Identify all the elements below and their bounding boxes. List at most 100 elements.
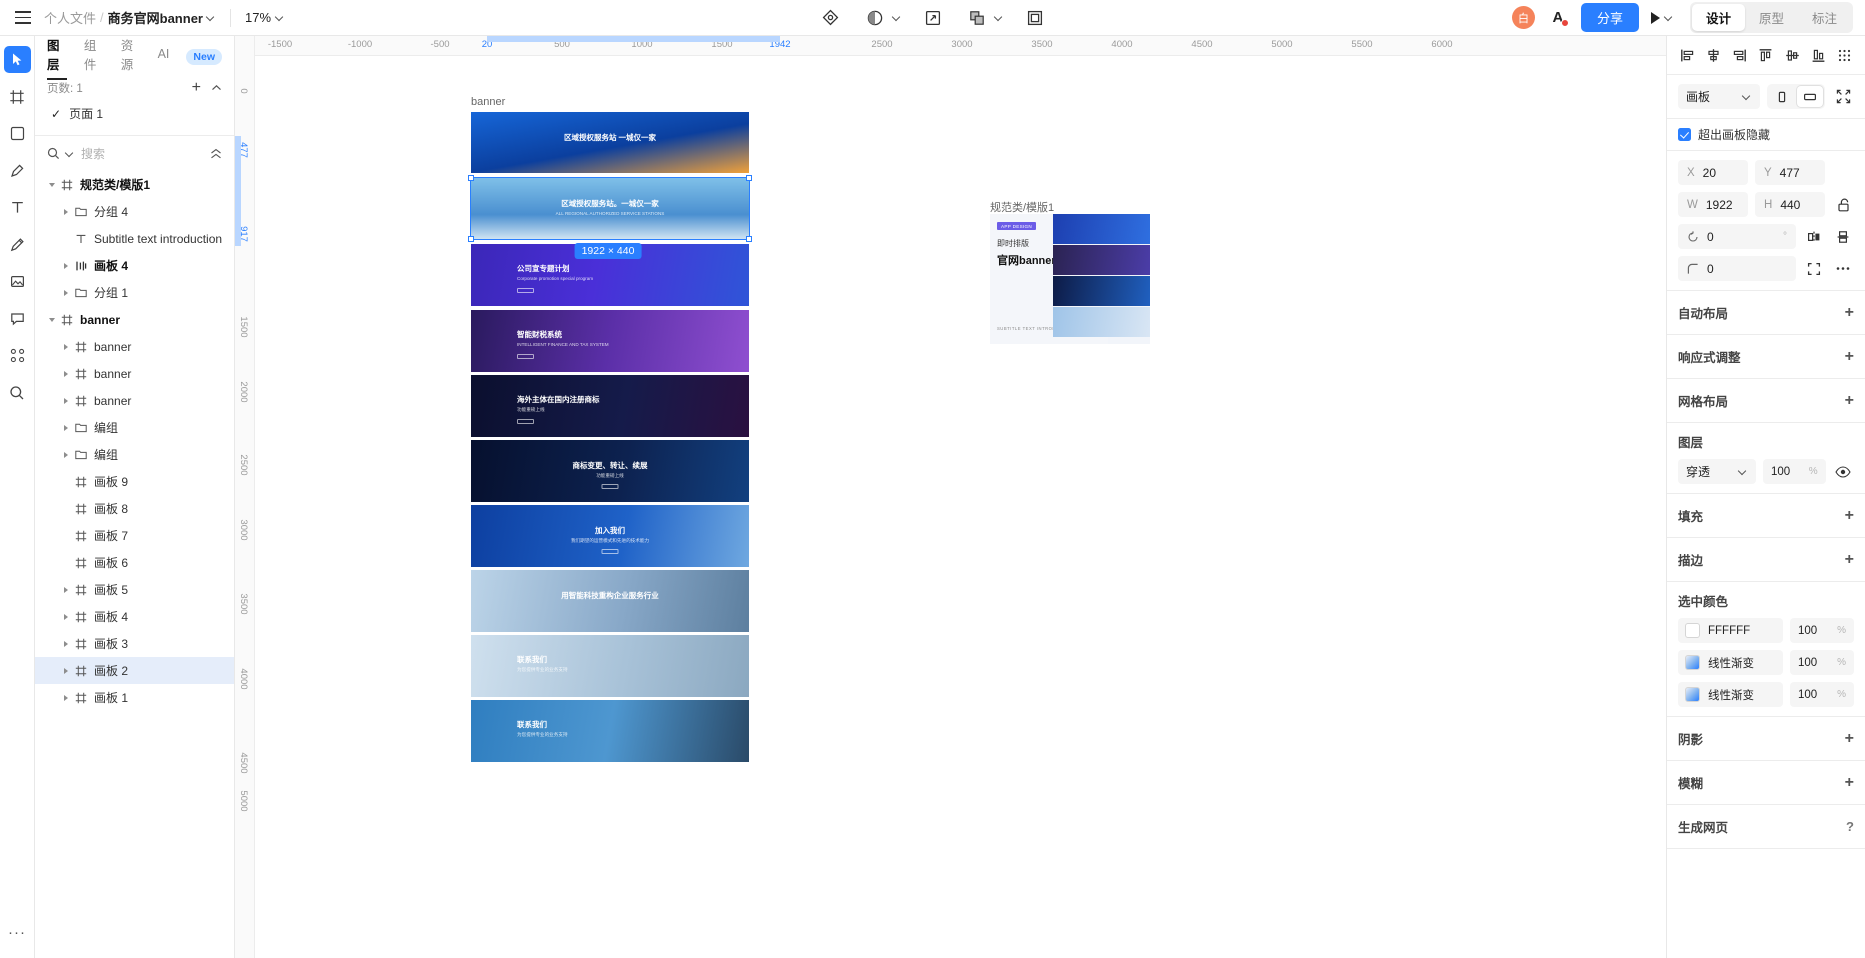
color-opacity-field[interactable]: 100 % — [1790, 650, 1854, 675]
expand-arrow-icon[interactable] — [59, 586, 73, 593]
layer-row[interactable]: Subtitle text introduction — [35, 225, 234, 252]
width-field[interactable]: W 1922 — [1678, 192, 1748, 217]
expand-arrow-icon[interactable] — [59, 397, 73, 404]
rect-tool[interactable] — [4, 120, 31, 147]
component-icon[interactable] — [818, 5, 844, 31]
layer-row[interactable]: 分组 4 — [35, 198, 234, 225]
share-button[interactable]: 分享 — [1580, 3, 1639, 32]
banner-artboard[interactable]: 区域授权服务站 一城仅一家 — [471, 112, 749, 173]
pen-tool[interactable] — [4, 157, 31, 184]
constraints-icon[interactable] — [1803, 258, 1825, 280]
move-tool[interactable] — [3, 46, 31, 73]
boolean-icon[interactable] — [964, 5, 990, 31]
layer-row[interactable]: 画板 7 — [35, 522, 234, 549]
corner-radius-field[interactable]: 0 — [1678, 256, 1796, 281]
color-entry[interactable]: FFFFFF — [1678, 618, 1783, 643]
clip-content-row[interactable]: 超出画板隐藏 — [1667, 119, 1865, 151]
add-responsive-button[interactable]: + — [1845, 348, 1854, 364]
banner-artboard[interactable]: 区域授权服务站。一城仅一家 ALL REGIONAL AUTHORIZED SER… — [470, 177, 750, 240]
banner-artboard[interactable]: 加入我们 我们期望的运营模式和先进的技术能力 — [471, 505, 749, 567]
pencil-tool[interactable] — [4, 231, 31, 258]
banner-artboard[interactable]: 商标变更、转让、续展 功能重磅上线 — [471, 440, 749, 502]
image-tool[interactable] — [4, 268, 31, 295]
layer-row[interactable]: 画板 3 — [35, 630, 234, 657]
align-top-icon[interactable] — [1756, 45, 1776, 65]
font-manager-icon[interactable]: A — [1547, 7, 1569, 29]
mask-tool-group[interactable] — [862, 5, 902, 31]
horizontal-ruler[interactable]: -1500 -1000 -500 20 500 1000 1500 1942 2500 3000 3… — [235, 36, 1666, 56]
eye-icon[interactable] — [1833, 461, 1854, 483]
align-left-icon[interactable] — [1677, 45, 1697, 65]
unlock-icon[interactable] — [1832, 194, 1854, 216]
expand-arrow-icon[interactable] — [59, 424, 73, 431]
component-tool[interactable] — [4, 342, 31, 369]
vertical-ruler[interactable]: 0 477 917 1500 2000 2500 3000 3500 4000 4500 5000 — [235, 36, 255, 958]
rotation-field[interactable]: 0 ° — [1678, 224, 1796, 249]
banner-artboard[interactable]: 用智能科技重构企业服务行业 — [471, 570, 749, 632]
add-fill-button[interactable]: + — [1845, 507, 1854, 523]
layer-row[interactable]: 编组 — [35, 414, 234, 441]
artboard-empty-area[interactable] — [471, 762, 749, 842]
layer-row[interactable]: banner — [35, 387, 234, 414]
selection-handle[interactable] — [468, 236, 474, 242]
banner-artboard[interactable]: 海外主体在国内注册商标 功能重磅上线 — [471, 375, 749, 437]
chevron-down-icon[interactable] — [995, 13, 1004, 22]
avatar[interactable]: 白 — [1511, 6, 1535, 29]
help-icon[interactable]: ? — [1846, 819, 1854, 834]
tab-resources[interactable]: 资源 — [121, 35, 141, 80]
artboard-icon[interactable] — [1022, 5, 1048, 31]
section-shadow[interactable]: 阴影 + — [1667, 717, 1865, 761]
boolean-tool-group[interactable] — [964, 5, 1004, 31]
text-tool[interactable] — [4, 194, 31, 221]
expand-arrow-icon[interactable] — [59, 208, 73, 215]
section-responsive[interactable]: 响应式调整 + — [1667, 335, 1865, 379]
tab-prototype[interactable]: 原型 — [1745, 4, 1798, 31]
frame-export-icon[interactable] — [920, 5, 946, 31]
collapse-pages-icon[interactable] — [211, 83, 222, 94]
tab-ai[interactable]: AI — [158, 47, 170, 68]
banner-cta-button[interactable] — [601, 484, 619, 489]
add-blur-button[interactable]: + — [1845, 774, 1854, 790]
expand-arrow-icon[interactable] — [59, 370, 73, 377]
breadcrumb-file[interactable]: 商务官网banner — [108, 8, 203, 27]
tab-layers[interactable]: 图层 — [47, 35, 67, 80]
selected-color-row[interactable]: FFFFFF 100 % — [1678, 618, 1854, 643]
add-grid-layout-button[interactable]: + — [1845, 392, 1854, 408]
expand-arrow-icon[interactable] — [59, 667, 73, 674]
tab-components[interactable]: 组件 — [84, 35, 104, 80]
layer-row[interactable]: 分组 1 — [35, 279, 234, 306]
add-stroke-button[interactable]: + — [1845, 551, 1854, 567]
landscape-icon[interactable] — [1797, 86, 1823, 107]
banner-cta-button[interactable] — [517, 354, 534, 359]
selection-handle[interactable] — [746, 175, 752, 181]
expand-arrow-icon[interactable] — [59, 451, 73, 458]
banner-artboard[interactable]: 联系我们 为您提供专业的业务支持 — [471, 700, 749, 762]
align-middle-v-icon[interactable] — [1782, 45, 1802, 65]
search-input[interactable]: 搜索 — [81, 145, 105, 162]
layer-row[interactable]: 画板 5 — [35, 576, 234, 603]
section-grid-layout[interactable]: 网格布局 + — [1667, 379, 1865, 423]
banner-cta-button[interactable] — [517, 288, 534, 293]
color-swatch[interactable] — [1685, 623, 1700, 638]
layer-search[interactable]: 搜索 — [35, 136, 234, 171]
section-auto-layout[interactable]: 自动布局 + — [1667, 291, 1865, 335]
section-stroke[interactable]: 描边 + — [1667, 538, 1865, 582]
layer-row[interactable]: 画板 9 — [35, 468, 234, 495]
selected-color-row[interactable]: 线性渐变 100 % — [1678, 650, 1854, 675]
comment-tool[interactable] — [4, 305, 31, 332]
more-tools-icon[interactable]: ··· — [4, 919, 31, 946]
selection-handle[interactable] — [468, 175, 474, 181]
layer-row[interactable]: 规范类/模版1 — [35, 171, 234, 198]
zoom-selector[interactable]: 17% — [245, 10, 285, 25]
banner-cta-button[interactable] — [517, 419, 534, 424]
expand-arrow-icon[interactable] — [59, 694, 73, 701]
blend-mode-select[interactable]: 穿透 — [1678, 459, 1756, 484]
artboard-label[interactable]: banner — [471, 96, 505, 108]
layer-row[interactable]: banner — [35, 306, 234, 333]
canvas[interactable]: -1500 -1000 -500 20 500 1000 1500 1942 2500 3000 3… — [235, 36, 1666, 958]
gradient-swatch[interactable] — [1685, 655, 1700, 670]
preview-play-group[interactable] — [1650, 11, 1674, 24]
expand-arrow-icon[interactable] — [59, 289, 73, 296]
add-page-button[interactable]: + — [192, 80, 201, 96]
section-blur[interactable]: 模糊 + — [1667, 761, 1865, 805]
